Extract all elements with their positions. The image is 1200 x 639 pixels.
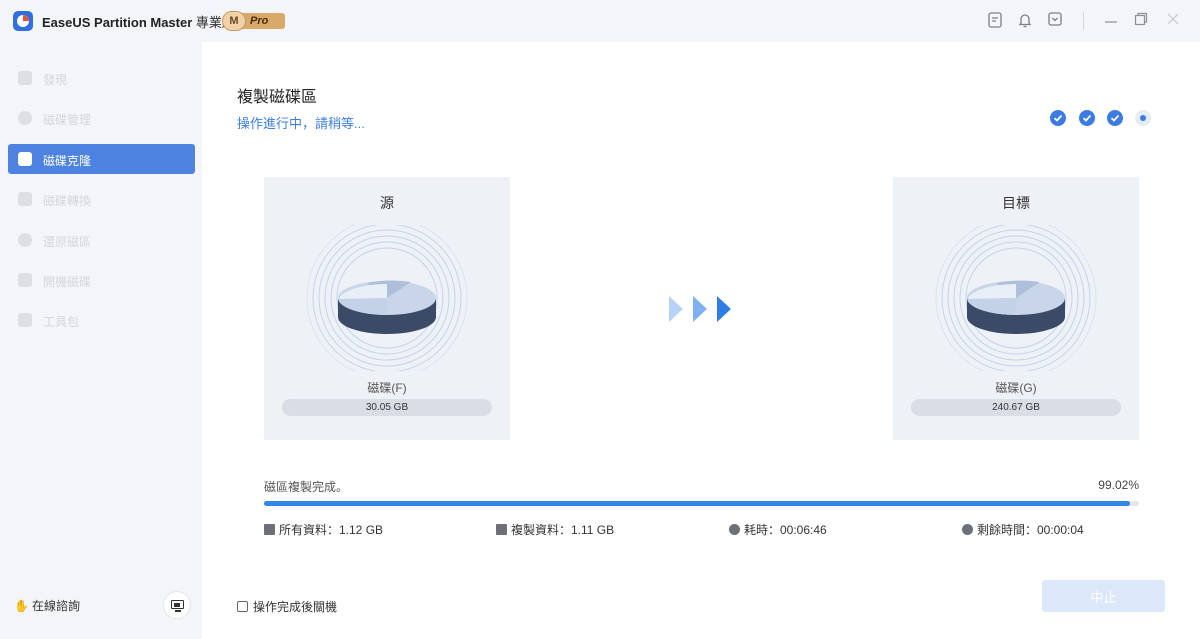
pro-badge-letter: M	[222, 11, 246, 31]
sidebar-item-label: 工具包	[43, 315, 80, 329]
stat-total-data-text: 所有資料：1.12 GB	[279, 523, 384, 537]
sidebar-item-label: 開機磁碟	[43, 275, 92, 289]
feedback-icon[interactable]	[986, 12, 1004, 30]
stat-elapsed-time-text: 耗時：00:06:46	[744, 523, 827, 537]
sidebar-item-label: 磁碟轉換	[43, 194, 92, 208]
source-size: 30.05 GB	[282, 399, 492, 416]
clock-icon	[729, 524, 740, 535]
convert-icon	[18, 192, 32, 206]
sidebar-item-recover-partition[interactable]: 還原磁區	[8, 225, 195, 255]
stat-total-data: 所有資料：1.12 GB	[264, 521, 383, 538]
sidebar-item-toolkit[interactable]: 工具包	[8, 305, 195, 335]
close-icon[interactable]	[1164, 12, 1182, 30]
total-data-icon	[264, 524, 275, 535]
page-title: 複製磁碟區	[237, 89, 318, 106]
progress-bar	[264, 501, 1139, 506]
stop-button[interactable]: 中止	[1042, 580, 1165, 612]
source-disk-label: 磁碟(F)	[367, 381, 407, 395]
sidebar-item-label: 磁碟管理	[43, 113, 92, 127]
pro-badge[interactable]: M Pro	[222, 11, 285, 31]
sidebar-item-label: 磁碟克隆	[43, 154, 92, 168]
waving-hand-icon: ✋	[14, 599, 29, 613]
app-name: EaseUS Partition Master	[42, 15, 193, 30]
usb-icon	[18, 273, 32, 287]
sidebar-item-disk-management[interactable]: 磁碟管理	[8, 103, 195, 133]
sidebar-item-discover[interactable]: 發現	[8, 63, 195, 93]
online-consult-label: 在線諮詢	[31, 599, 80, 613]
shutdown-checkbox[interactable]	[237, 601, 248, 612]
pie-chart-icon	[18, 111, 32, 125]
sidebar-item-disk-convert[interactable]: 磁碟轉換	[8, 184, 195, 214]
stat-copied-data-text: 複製資料：1.11 GB	[511, 523, 615, 537]
bell-icon[interactable]	[1016, 12, 1034, 30]
sidebar-item-bootable-media[interactable]: 開機磁碟	[8, 265, 195, 295]
shutdown-after-completion-option[interactable]: 操作完成後關機	[237, 598, 337, 615]
sidebar-item-label: 發現	[43, 73, 68, 87]
minimize-icon[interactable]	[1102, 12, 1120, 30]
toolbox-icon	[18, 313, 32, 327]
sidebar-item-disk-clone[interactable]: 磁碟克隆	[8, 144, 195, 174]
step-dot	[1107, 110, 1123, 126]
disk-icon	[306, 225, 468, 371]
title-bar: EaseUS Partition Master 專業版 M Pro	[0, 0, 1200, 42]
target-disk-card: 目標 磁碟(G) 240.67 GB	[893, 177, 1139, 440]
sidebar: 發現 磁碟管理 磁碟克隆 磁碟轉換 還原磁區 開機磁碟 工具包 ✋ 在線諮詢	[0, 42, 202, 639]
operation-status: 操作進行中，請稍等...	[237, 116, 365, 131]
restore-icon[interactable]	[1132, 12, 1150, 30]
copied-data-icon	[496, 524, 507, 535]
app-title: EaseUS Partition Master 專業版	[42, 12, 235, 31]
source-title: 源	[380, 195, 394, 211]
titlebar-separator	[1083, 12, 1084, 30]
app-logo-icon	[13, 11, 33, 31]
online-consult-link[interactable]: ✋ 在線諮詢	[14, 597, 80, 614]
dropdown-menu-icon[interactable]	[1046, 12, 1064, 30]
step-dot	[1079, 110, 1095, 126]
source-disk-card: 源 磁碟(F) 30.05 GB	[264, 177, 510, 440]
progress-bar-fill	[264, 501, 1131, 506]
leaf-icon	[18, 71, 32, 85]
step-dot	[1050, 110, 1066, 126]
stat-remaining-time: 剩餘時間：00:00:04	[962, 521, 1084, 538]
stat-copied-data: 複製資料：1.11 GB	[496, 521, 614, 538]
stat-remaining-time-text: 剩餘時間：00:00:04	[977, 523, 1084, 537]
progress-label: 磁區複製完成。	[264, 480, 349, 494]
stat-elapsed-time: 耗時：00:06:46	[729, 521, 827, 538]
recover-icon	[18, 233, 32, 247]
chat-button[interactable]	[163, 591, 191, 619]
clock-icon	[962, 524, 973, 535]
sidebar-item-label: 還原磁區	[43, 235, 92, 249]
progress-percent: 99.02%	[1098, 478, 1139, 492]
target-title: 目標	[1002, 195, 1030, 211]
target-size: 240.67 GB	[911, 399, 1121, 416]
disk-icon	[935, 225, 1097, 371]
clone-icon	[18, 152, 32, 166]
shutdown-label: 操作完成後關機	[253, 600, 338, 614]
step-dot	[1135, 110, 1151, 126]
target-disk-label: 磁碟(G)	[995, 381, 1037, 395]
transfer-arrows-icon	[669, 296, 731, 322]
